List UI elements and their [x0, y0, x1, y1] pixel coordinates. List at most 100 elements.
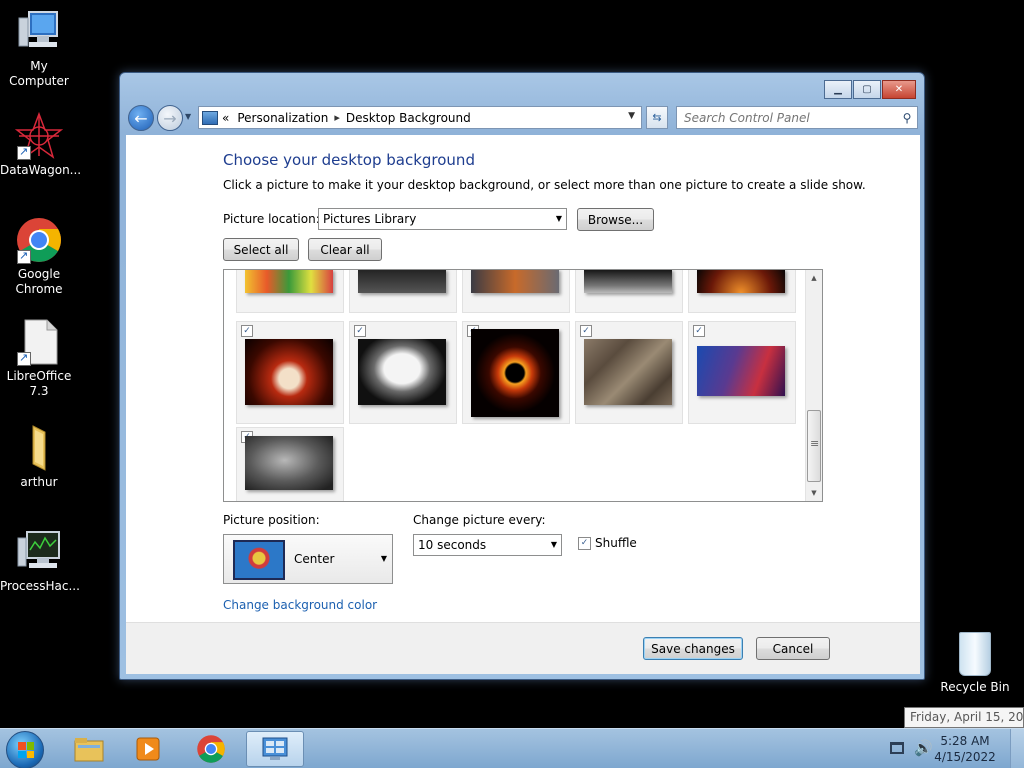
wallpaper-thumbnail — [697, 346, 785, 396]
wallpaper-thumbnail — [584, 270, 672, 293]
breadcrumb-prefix[interactable]: « — [222, 111, 229, 125]
folder-icon — [15, 424, 63, 472]
start-button[interactable] — [6, 731, 44, 768]
picture-location-value: Pictures Library — [323, 212, 417, 226]
desktop-icon-libreoffice[interactable]: LibreOffice 7.3 — [0, 318, 78, 399]
media-player-icon — [136, 737, 160, 761]
gallery-tile[interactable] — [236, 270, 344, 313]
forward-button[interactable]: → — [157, 105, 183, 131]
scrollbar-thumb[interactable] — [807, 410, 821, 482]
gallery-tile[interactable]: ✓ — [349, 321, 457, 424]
wallpaper-thumbnail — [245, 339, 333, 405]
minimize-button[interactable]: ▁ — [824, 80, 852, 99]
chevron-down-icon: ▼ — [555, 214, 562, 223]
chevron-right-icon[interactable]: ▸ — [334, 111, 340, 124]
change-interval-value: 10 seconds — [418, 538, 487, 552]
taskbar-explorer[interactable] — [60, 731, 118, 767]
windows-logo-icon — [18, 742, 34, 758]
gallery-tile[interactable]: ✓ — [236, 427, 344, 501]
navigation-bar: ← → ▼ « Personalization ▸ Desktop Backgr… — [128, 104, 918, 132]
network-icon[interactable] — [890, 742, 904, 754]
desktop-icon-label: arthur — [20, 475, 58, 489]
picture-location-select[interactable]: Pictures Library ▼ — [318, 208, 567, 230]
recent-pages-dropdown[interactable]: ▼ — [185, 112, 191, 121]
clock-time: 5:28 AM — [940, 734, 990, 748]
gallery-tile[interactable]: ✓ — [688, 321, 796, 424]
desktop-icon-google-chrome[interactable]: Google Chrome — [0, 216, 78, 297]
position-preview-image — [233, 540, 285, 580]
desktop-icon-arthur-folder[interactable]: arthur — [0, 424, 78, 490]
folder-icon — [74, 738, 104, 762]
chevron-down-icon: ▼ — [380, 554, 387, 563]
shortcut-arrow-icon — [17, 144, 31, 160]
breadcrumb-personalization[interactable]: Personalization — [237, 111, 328, 125]
wallpaper-thumbnail — [358, 339, 446, 405]
main-content: Choose your desktop background Click a p… — [126, 135, 920, 622]
taskbar-chrome[interactable] — [182, 731, 240, 767]
datawagon-icon — [14, 111, 64, 160]
recycle-bin-icon — [959, 632, 991, 676]
control-panel-icon — [202, 110, 218, 125]
shuffle-option[interactable]: ✓ Shuffle — [578, 536, 637, 550]
refresh-button[interactable]: ⇆ — [646, 106, 668, 129]
cancel-button[interactable]: Cancel — [756, 637, 830, 660]
desktop-icon-processhacker[interactable]: ProcessHac... — [0, 528, 80, 594]
gallery-tile[interactable]: ✓ — [462, 321, 570, 424]
taskbar-media-player[interactable] — [120, 731, 178, 767]
search-input[interactable] — [677, 110, 897, 125]
arrow-left-icon: ← — [134, 108, 148, 128]
scroll-up-icon[interactable]: ▲ — [806, 270, 822, 286]
picture-position-label: Picture position: — [223, 513, 320, 527]
scroll-down-icon[interactable]: ▼ — [806, 485, 822, 501]
back-button[interactable]: ← — [128, 105, 154, 131]
taskbar: 🔊 5:28 AM 4/15/2022 — [0, 728, 1024, 768]
maximize-button[interactable]: ▢ — [853, 80, 881, 99]
search-box[interactable]: ⚲ — [676, 106, 918, 129]
taskbar-control-panel[interactable] — [246, 731, 304, 767]
gallery-tile[interactable] — [575, 270, 683, 313]
desktop-icon-recycle-bin[interactable]: Recycle Bin — [939, 632, 1011, 694]
refresh-icon: ⇆ — [652, 111, 662, 124]
desktop-icon-label: LibreOffice 7.3 — [6, 369, 72, 398]
change-interval-select[interactable]: 10 seconds ▼ — [413, 534, 562, 556]
tile-checkbox[interactable]: ✓ — [241, 325, 253, 337]
gallery-tile[interactable]: ✓ — [575, 321, 683, 424]
desktop-icon-my-computer[interactable]: My Computer — [0, 8, 78, 89]
select-all-button[interactable]: Select all — [223, 238, 299, 261]
close-button[interactable]: ✕ — [882, 80, 916, 99]
save-changes-button[interactable]: Save changes — [643, 637, 743, 660]
clock[interactable]: 5:28 AM 4/15/2022 — [930, 733, 1000, 765]
breadcrumb-desktop-background[interactable]: Desktop Background — [346, 111, 471, 125]
wallpaper-thumbnail — [358, 270, 446, 293]
wallpaper-thumbnail — [697, 270, 785, 293]
search-icon[interactable]: ⚲ — [897, 111, 917, 125]
wallpaper-thumbnail — [245, 436, 333, 490]
show-desktop-button[interactable] — [1010, 729, 1024, 768]
clock-date: 4/15/2022 — [934, 750, 996, 764]
page-description: Click a picture to make it your desktop … — [223, 178, 866, 192]
gallery-tile[interactable] — [462, 270, 570, 313]
change-background-color-link[interactable]: Change background color — [223, 598, 377, 612]
wallpaper-thumbnail — [471, 329, 559, 417]
desktop-icon-label: Recycle Bin — [940, 680, 1010, 694]
gallery-tile[interactable]: ✓ — [236, 321, 344, 424]
gallery-scrollbar[interactable]: ▲ ▼ — [805, 270, 822, 501]
clear-all-button[interactable]: Clear all — [308, 238, 382, 261]
desktop-icon-label: DataWagon... — [0, 163, 82, 177]
shuffle-label: Shuffle — [595, 536, 637, 550]
wallpaper-thumbnail — [245, 270, 333, 293]
gallery-tile[interactable] — [688, 270, 796, 313]
shuffle-checkbox[interactable]: ✓ — [578, 536, 591, 550]
change-every-label: Change picture every: — [413, 513, 546, 527]
desktop-icon-datawagon[interactable]: DataWagon... — [0, 111, 82, 178]
chevron-down-icon[interactable]: ▼ — [628, 111, 635, 121]
libreoffice-icon — [15, 318, 63, 366]
browse-button[interactable]: Browse... — [577, 208, 654, 231]
picture-position-select[interactable]: Center ▼ — [223, 534, 393, 584]
tile-checkbox[interactable]: ✓ — [580, 325, 592, 337]
tile-checkbox[interactable]: ✓ — [693, 325, 705, 337]
tile-checkbox[interactable]: ✓ — [354, 325, 366, 337]
address-bar[interactable]: « Personalization ▸ Desktop Background ▼ — [198, 106, 642, 129]
gallery-tile[interactable] — [349, 270, 457, 313]
wallpaper-thumbnail — [471, 270, 559, 293]
